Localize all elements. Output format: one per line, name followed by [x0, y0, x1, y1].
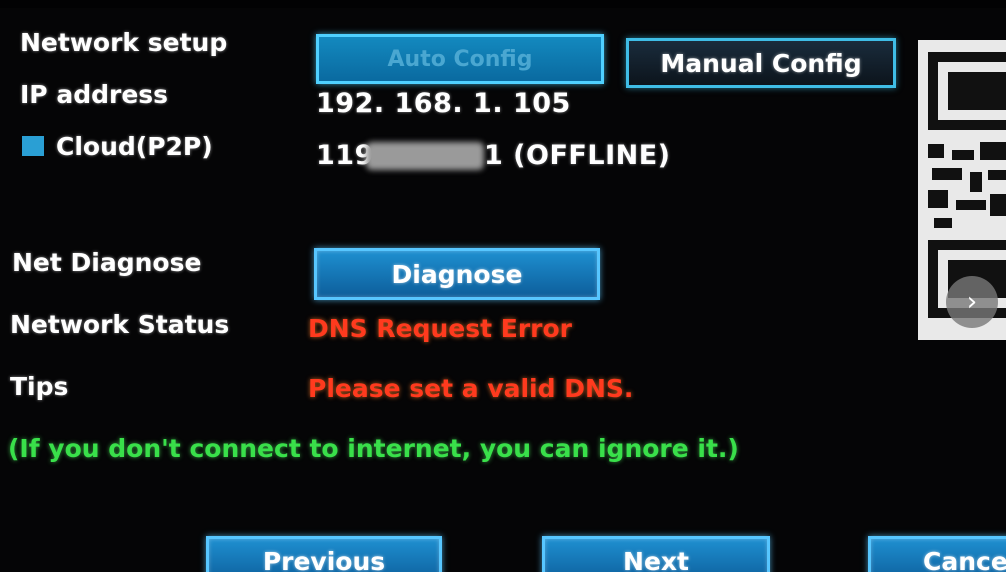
ip-address-value: 192. 168. 1. 105 — [316, 88, 571, 119]
redacted-cloud-id — [366, 142, 484, 170]
cloud-checkbox[interactable] — [22, 136, 44, 156]
cloud-label: Cloud(P2P) — [56, 132, 213, 161]
next-button[interactable]: Next — [542, 536, 770, 572]
network-setup-screen: Network setup Auto Config Manual Config … — [0, 8, 1006, 572]
cloud-id-status: 1 (OFFLINE) — [484, 140, 671, 171]
network-setup-label: Network setup — [20, 28, 228, 57]
previous-button[interactable]: Previous — [206, 536, 442, 572]
net-diagnose-label: Net Diagnose — [12, 248, 202, 277]
chevron-right-icon[interactable]: › — [946, 276, 998, 328]
auto-config-button[interactable]: Auto Config — [316, 34, 604, 84]
diagnose-button[interactable]: Diagnose — [314, 248, 600, 300]
ip-address-label: IP address — [20, 80, 169, 109]
network-status-label: Network Status — [10, 310, 230, 339]
manual-config-button[interactable]: Manual Config — [626, 38, 896, 88]
tips-value: Please set a valid DNS. — [308, 374, 634, 403]
cancel-button[interactable]: Cancel — [868, 536, 1006, 572]
network-status-value: DNS Request Error — [308, 314, 573, 343]
internet-note: (If you don't connect to internet, you c… — [8, 434, 739, 463]
tips-label: Tips — [10, 372, 69, 401]
